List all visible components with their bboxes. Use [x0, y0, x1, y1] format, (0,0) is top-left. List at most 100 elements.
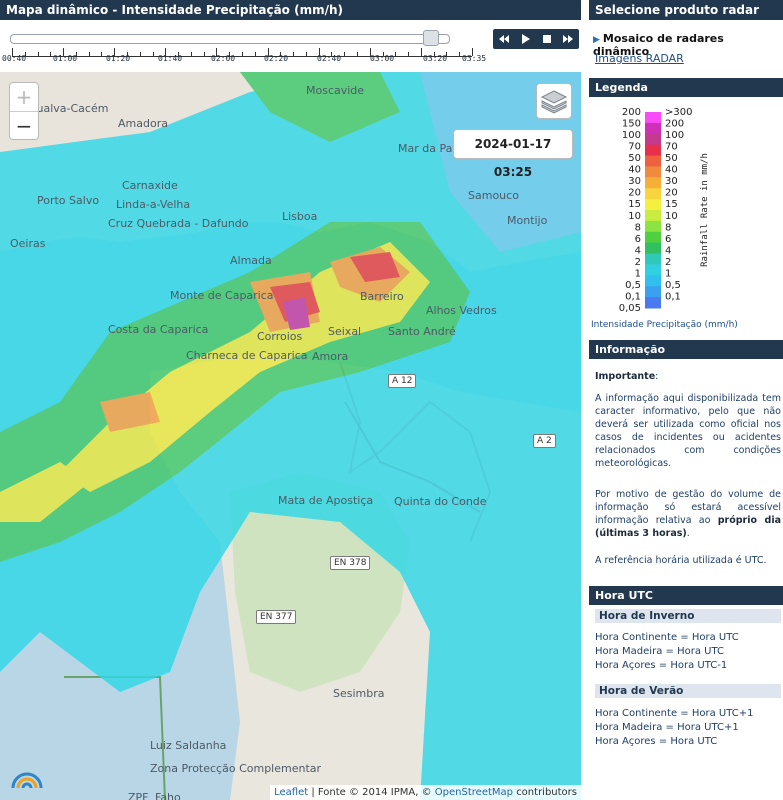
radar-images-link[interactable]: Imagens RADAR: [595, 52, 684, 65]
layers-button[interactable]: [536, 83, 572, 119]
timeline-label: 01:00: [53, 54, 78, 63]
legend-right-label: 200: [665, 119, 684, 130]
legend-color-swatch: [645, 112, 661, 124]
legend-left-label: 50: [628, 153, 641, 164]
place-label: Cruz Quebrada - Dafundo: [108, 217, 249, 230]
timeline-label: 01:40: [158, 54, 183, 63]
zoom-in-button[interactable]: +: [10, 83, 38, 112]
place-label: Costa da Caparica: [108, 323, 209, 336]
timeline-tick: [139, 52, 141, 56]
map-timestamp: 2024-01-17 03:25: [453, 129, 573, 179]
legend-color-swatch: [645, 166, 661, 178]
winter-line-1: Hora Continente = Hora UTC: [595, 632, 739, 643]
timeline-tick: [203, 52, 205, 56]
timeline-tick: [88, 52, 90, 56]
stop-icon[interactable]: [541, 33, 553, 45]
playback-controls: [493, 29, 579, 49]
osm-link[interactable]: OpenStreetMap: [435, 787, 513, 798]
legend-right-label: 70: [665, 142, 678, 153]
road-label: A 12: [388, 374, 417, 388]
legend-right-label: 0,5: [665, 280, 681, 291]
place-label: Amadora: [118, 117, 168, 130]
legend-left-label: 150: [622, 119, 641, 130]
place-label: Porto Salvo: [37, 194, 100, 207]
play-icon[interactable]: [519, 33, 531, 45]
place-label: Oeiras: [10, 237, 46, 250]
legend-left-label: 4: [635, 245, 641, 256]
time-slider-track[interactable]: [10, 34, 450, 44]
time-slider-handle[interactable]: [423, 30, 440, 46]
legend-axis-label: Rainfall Rate in mm/h: [700, 153, 710, 267]
timeline-tick: [50, 52, 52, 56]
timeline-tick: [420, 48, 422, 56]
place-label: Seixal: [328, 325, 362, 338]
timeline-tick: [190, 52, 192, 56]
place-label: Quinta do Conde: [394, 495, 487, 508]
legend-left-label: 15: [628, 199, 641, 210]
zoom-control: + −: [9, 82, 39, 140]
timeline-tick: [459, 52, 461, 56]
legend-color-swatch: [645, 242, 661, 255]
place-label: ZPF: [128, 791, 149, 800]
timeline-tick: [305, 52, 307, 56]
place-label: Alhos Vedros: [426, 304, 497, 317]
legend-color-swatch: [645, 144, 661, 157]
timeline-tick: [395, 52, 397, 56]
contributors-text: contributors: [516, 787, 577, 798]
summer-line-1: Hora Continente = Hora UTC+1: [595, 708, 754, 719]
legend-left-label: 0,1: [625, 291, 641, 302]
legend-right-label: 4: [665, 245, 671, 256]
timeline-tick: [242, 52, 243, 56]
legend-left-label: 10: [628, 211, 641, 222]
rewind-icon[interactable]: [498, 33, 510, 45]
legend-left-label: 0,5: [625, 280, 641, 291]
road-label: EN 378: [330, 556, 371, 570]
timeline-tick: [344, 52, 346, 56]
timeline-label: 03:35: [462, 54, 487, 63]
summer-line-3: Hora Açores = Hora UTC: [595, 736, 718, 747]
legend-left-label: 70: [628, 142, 641, 153]
place-label: Samouco: [468, 189, 519, 202]
legend-left-label: 0,05: [619, 303, 641, 314]
place-label: Sesimbra: [333, 687, 385, 700]
summer-line-2: Hora Madeira = Hora UTC+1: [595, 722, 739, 733]
timeline-label: 02:00: [211, 54, 236, 63]
legend-right-label: 10: [665, 211, 678, 222]
place-label: Linda-a-Velha: [116, 198, 191, 211]
legend-right-label: 50: [665, 153, 678, 164]
legend-right-label: 40: [665, 165, 678, 176]
place-label: Monte de Caparica: [170, 289, 274, 302]
info-p2-end: .: [686, 528, 690, 539]
legend-color-swatch: [645, 220, 661, 233]
legend-left-label: 200: [622, 107, 641, 118]
place-label: Corroios: [257, 330, 303, 343]
legend-right-label: 1: [665, 268, 671, 279]
info-paragraph-3: A referência horária utilizada é UTC.: [595, 555, 767, 566]
timeline-label: 02:20: [264, 54, 289, 63]
legend-color-swatch: [645, 133, 661, 146]
radar-map[interactable]: Agualva-Cacém Amadora Moscavide Carnaxide Li…: [0, 72, 581, 800]
map-attribution: Leaflet | Fonte © 2014 IPMA, © OpenStree…: [270, 785, 581, 800]
legend: 200 150 100 70 50 40 30 20 15 10 8 6 4 2 1 0,5 0,1 0,05 >3…: [589, 100, 783, 330]
legend-color-swatch: [645, 188, 661, 200]
legend-color-swatch: [645, 199, 661, 211]
summer-title: Hora de Verão: [595, 684, 781, 698]
leaflet-link[interactable]: Leaflet: [274, 787, 308, 798]
timeline-tick: [101, 52, 103, 56]
place-label: Amora: [312, 350, 349, 363]
timeline-tick: [357, 52, 358, 56]
legend-color-swatch: [645, 231, 661, 244]
timeline-label: 03:20: [423, 54, 448, 63]
timeline-label: 02:40: [317, 54, 342, 63]
winter-line-3: Hora Açores = Hora UTC-1: [595, 660, 728, 671]
fast-forward-icon[interactable]: [562, 33, 574, 45]
legend-right-label: >300: [665, 107, 692, 118]
legend-right-label: 8: [665, 222, 671, 233]
legend-color-swatch: [645, 210, 661, 222]
zoom-out-button[interactable]: −: [10, 112, 38, 140]
info-important: Importante:: [595, 371, 659, 382]
side-panel: ▶ Mosaico de radares dinâmico Imagens RAD…: [589, 20, 783, 800]
ipma-logo-icon: [11, 772, 43, 789]
winter-title: Hora de Inverno: [595, 609, 781, 623]
radar-product-title: Selecione produto radar: [589, 0, 783, 20]
